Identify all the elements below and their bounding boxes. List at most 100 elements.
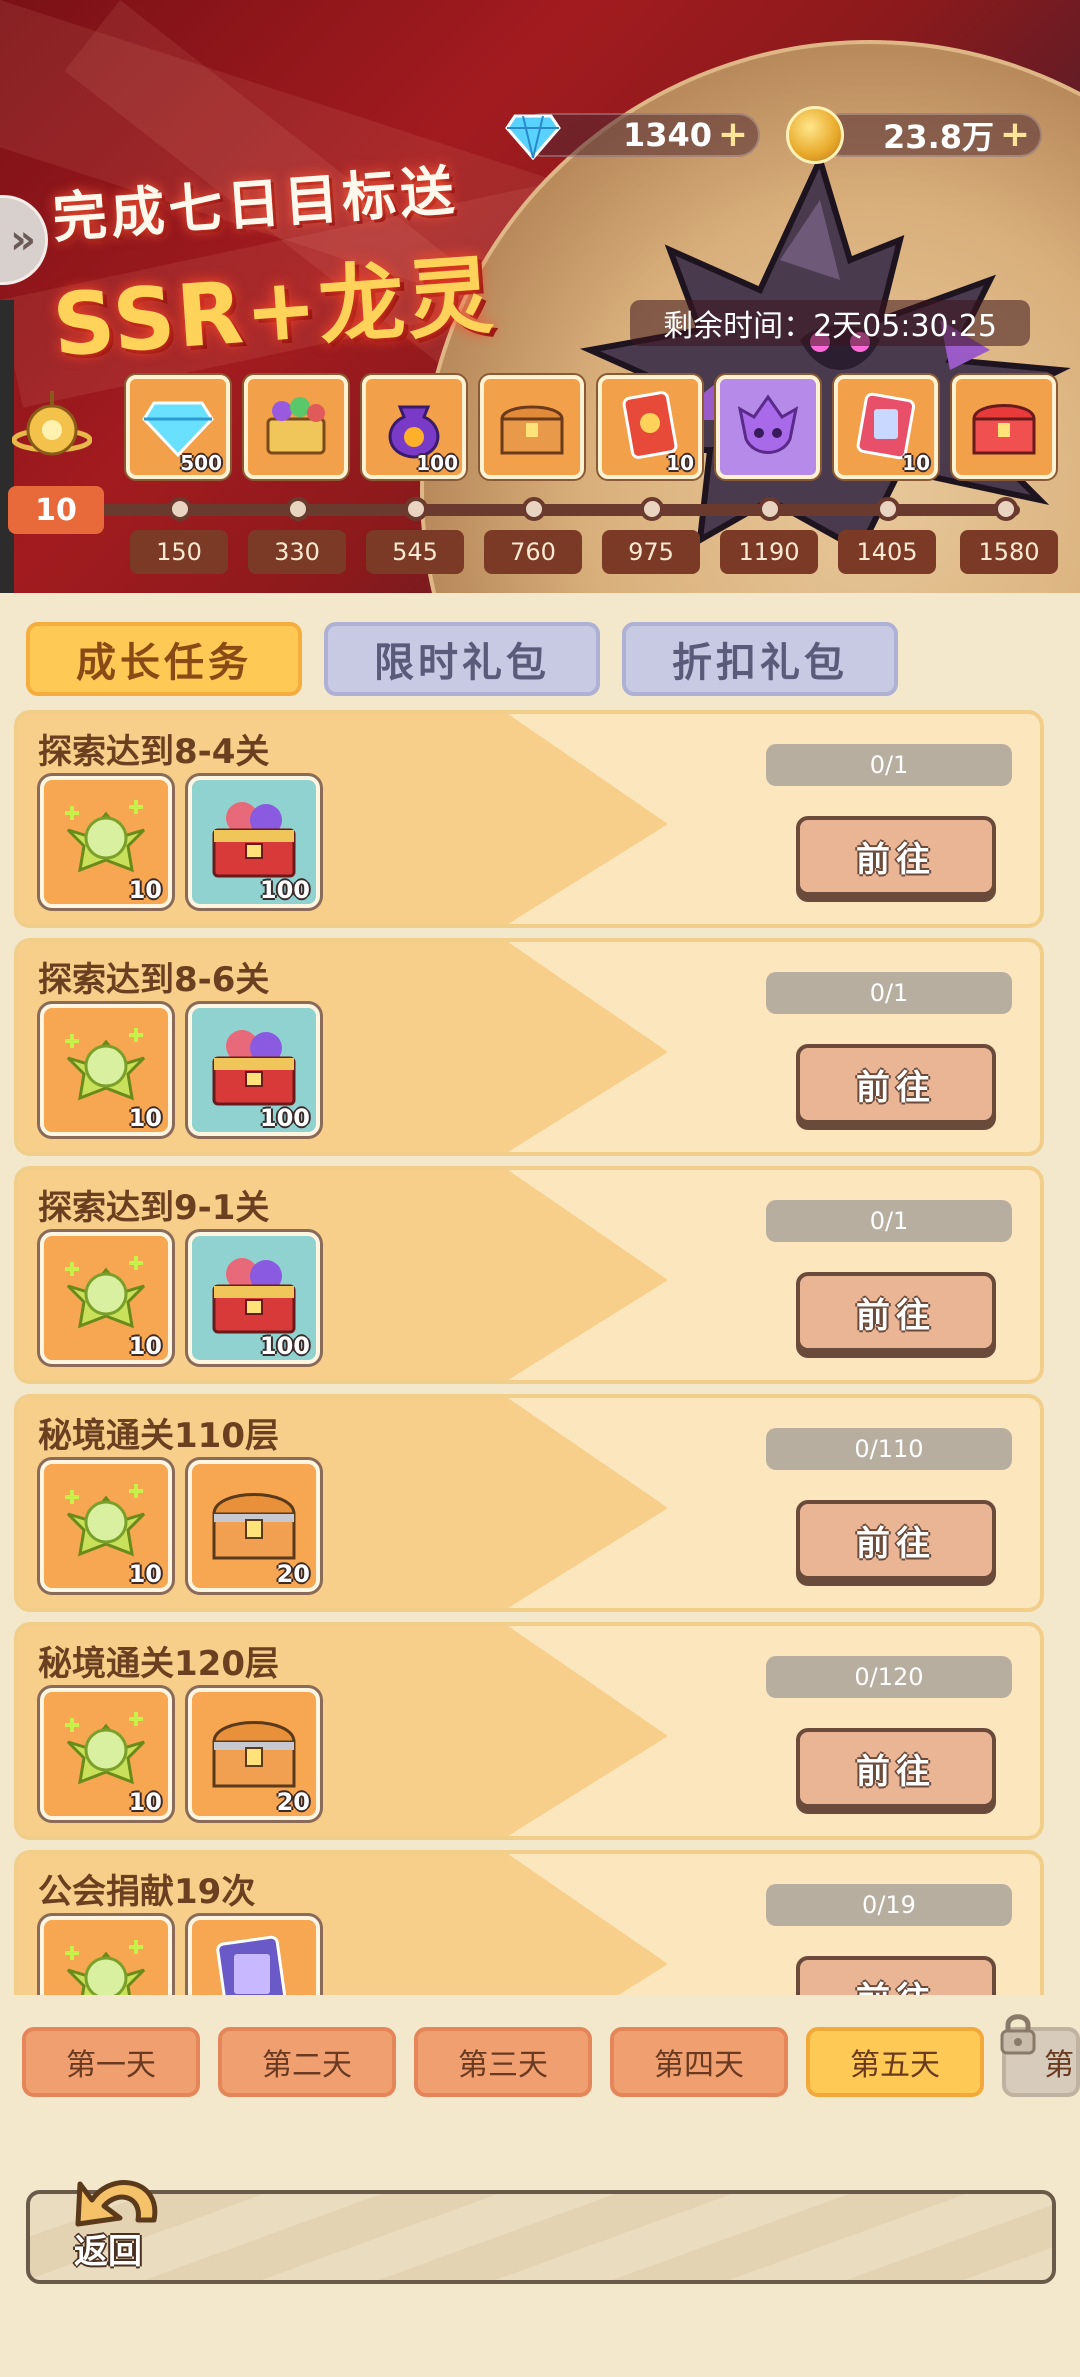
fruit-chest-icon: [212, 1030, 296, 1106]
task-progress: 0/1: [766, 972, 1012, 1014]
milestone-label: 330: [248, 530, 346, 574]
task-name: 探索达到8-6关: [38, 960, 270, 1000]
back-button[interactable]: 返回: [74, 2224, 142, 2273]
task-progress: 0/1: [766, 744, 1012, 786]
reward-count: 100: [259, 876, 310, 904]
milestone-label: 1580: [960, 530, 1058, 574]
go-button[interactable]: 前往: [796, 1956, 996, 1995]
gift-chest-icon: [266, 397, 326, 455]
progress-node: [286, 497, 310, 521]
task-progress: 0/1: [766, 1200, 1012, 1242]
treasure-chest-icon: [500, 405, 564, 455]
milestone-reward[interactable]: [244, 375, 348, 479]
day-tab-3[interactable]: 第三天: [414, 2027, 592, 2097]
task-progress: 0/120: [766, 1656, 1012, 1698]
milestone-reward[interactable]: 10: [834, 375, 938, 479]
coin-icon: [786, 106, 844, 164]
task-list[interactable]: 探索达到8-4关 10 100 0/1 前往 探索达到8-6关 10 100 0/1 前往 探索达到…: [0, 710, 1080, 1995]
diamond-icon: [505, 114, 561, 160]
add-gems-button[interactable]: +: [716, 117, 750, 153]
gem-amount: 1340: [622, 116, 712, 154]
task-card: 探索达到8-4关 10 100 0/1 前往: [14, 710, 1044, 928]
day-tab-5[interactable]: 第五天: [806, 2027, 984, 2097]
milestone-label: 545: [366, 530, 464, 574]
reward-count: 100: [259, 1104, 310, 1132]
level-badge: 10: [8, 486, 104, 534]
milestone-label: 150: [130, 530, 228, 574]
level-orb-icon: [12, 391, 92, 456]
go-button[interactable]: 前往: [796, 1272, 996, 1352]
reward-count: 10: [128, 876, 162, 904]
fruit-chest-icon: [212, 1258, 296, 1334]
green-orb-icon: [65, 1712, 146, 1785]
purple-dragon-spirit-icon: [737, 394, 799, 454]
reward-item[interactable]: 100: [188, 1004, 320, 1136]
day-tab-1[interactable]: 第一天: [22, 2027, 200, 2097]
reward-item[interactable]: 10: [40, 1232, 172, 1364]
reward-item[interactable]: 20: [188, 1688, 320, 1820]
go-button[interactable]: 前往: [796, 816, 996, 896]
reward-item[interactable]: 100: [188, 1232, 320, 1364]
reward-item[interactable]: 10: [40, 1688, 172, 1820]
go-button[interactable]: 前往: [796, 1500, 996, 1580]
reward-count: 10: [128, 1788, 162, 1816]
task-card: 探索达到9-1关 10 100 0/1 前往: [14, 1166, 1044, 1384]
task-name: 公会捐献19次: [38, 1872, 256, 1912]
card-ticket-icon: [216, 1935, 289, 1995]
milestone-reward[interactable]: 500: [126, 375, 230, 479]
expand-side-button[interactable]: »: [0, 195, 48, 285]
event-banner: » 完成七日目标送 SSR+龙灵 1340 + 23.8万 + 剩余时间：2天0…: [0, 0, 1080, 593]
milestone-reward[interactable]: [952, 375, 1056, 479]
reward-count: 20: [276, 1788, 310, 1816]
reward-count: 10: [128, 1332, 162, 1360]
reward-item[interactable]: [188, 1916, 320, 1995]
progress-node: [404, 497, 428, 521]
remaining-time: 剩余时间：2天05:30:25: [630, 300, 1030, 346]
task-card: 探索达到8-6关 10 100 0/1 前往: [14, 938, 1044, 1156]
task-name: 秘境通关120层: [38, 1644, 279, 1684]
milestone-label: 1190: [720, 530, 818, 574]
milestone-reward[interactable]: [480, 375, 584, 479]
reward-item[interactable]: 10: [40, 1460, 172, 1592]
lock-icon: [1000, 2014, 1036, 2055]
day-tab-4[interactable]: 第四天: [610, 2027, 788, 2097]
day-tab-2[interactable]: 第二天: [218, 2027, 396, 2097]
progress-node: [522, 497, 546, 521]
milestone-reward[interactable]: 10: [598, 375, 702, 479]
progress-node: [168, 497, 192, 521]
task-name: 探索达到9-1关: [38, 1188, 270, 1228]
treasure-chest-icon: [212, 1493, 296, 1560]
progress-node: [758, 497, 782, 521]
milestone-reward[interactable]: 100: [362, 375, 466, 479]
progress-node: [640, 497, 664, 521]
tab-limited-packs[interactable]: 限时礼包: [324, 622, 600, 696]
reward-item[interactable]: 10: [40, 1004, 172, 1136]
fruit-chest-icon: [212, 802, 296, 878]
tab-discount-packs[interactable]: 折扣礼包: [622, 622, 898, 696]
reward-count: 20: [276, 1560, 310, 1588]
bottom-bar: [26, 2190, 1056, 2284]
reward-item[interactable]: 10: [40, 776, 172, 908]
milestone-label: 975: [602, 530, 700, 574]
reward-count: 100: [259, 1332, 310, 1360]
reward-item[interactable]: [40, 1916, 172, 1995]
go-button[interactable]: 前往: [796, 1728, 996, 1808]
task-card: 公会捐献19次 0/19 前往: [14, 1850, 1044, 1995]
add-coins-button[interactable]: +: [998, 117, 1032, 153]
task-name: 探索达到8-4关: [38, 732, 270, 772]
go-button[interactable]: 前往: [796, 1044, 996, 1124]
task-name: 秘境通关110层: [38, 1416, 279, 1456]
tab-growth-tasks[interactable]: 成长任务: [26, 622, 302, 696]
milestone-reward[interactable]: [716, 375, 820, 479]
task-progress: 0/19: [766, 1884, 1012, 1926]
milestone-label: 760: [484, 530, 582, 574]
coin-amount: 23.8万: [883, 118, 994, 156]
reward-count: 10: [128, 1560, 162, 1588]
reward-count: 10: [128, 1104, 162, 1132]
reward-count: 100: [416, 451, 458, 475]
treasure-chest-icon: [212, 1721, 296, 1788]
reward-item[interactable]: 20: [188, 1460, 320, 1592]
reward-count: 10: [666, 451, 694, 475]
coin-counter: 23.8万 +: [820, 113, 1042, 157]
reward-item[interactable]: 100: [188, 776, 320, 908]
